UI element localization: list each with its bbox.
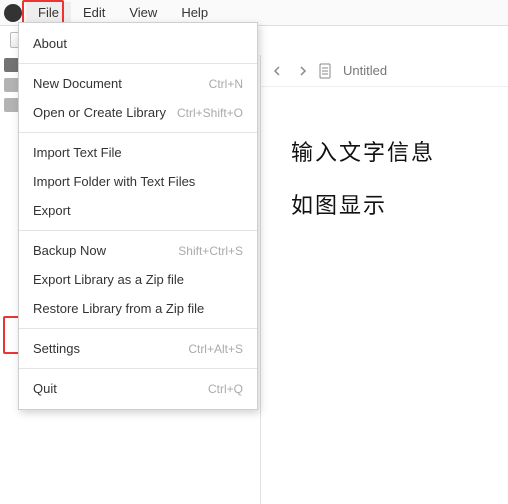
menu-item-about[interactable]: About xyxy=(19,29,257,58)
tab-bar: Untitled xyxy=(261,55,508,87)
menu-item-shortcut: Ctrl+Shift+O xyxy=(177,106,243,120)
menu-separator xyxy=(19,230,257,231)
menu-separator xyxy=(19,63,257,64)
menu-item-shortcut: Ctrl+Alt+S xyxy=(188,342,243,356)
menu-item-shortcut: Ctrl+N xyxy=(209,77,243,91)
menu-item-open-or-create-library[interactable]: Open or Create Library Ctrl+Shift+O xyxy=(19,98,257,127)
menu-item-shortcut: Ctrl+Q xyxy=(208,382,243,396)
menu-item-label: Import Folder with Text Files xyxy=(33,174,195,189)
menu-separator xyxy=(19,368,257,369)
menu-item-new-document[interactable]: New Document Ctrl+N xyxy=(19,69,257,98)
menu-item-label: New Document xyxy=(33,76,122,91)
nav-back-button[interactable] xyxy=(271,64,285,78)
nav-forward-button[interactable] xyxy=(295,64,309,78)
menu-item-import-text-file[interactable]: Import Text File xyxy=(19,138,257,167)
menu-item-shortcut: Shift+Ctrl+S xyxy=(178,244,243,258)
menu-item-label: Export Library as a Zip file xyxy=(33,272,184,287)
menu-separator xyxy=(19,132,257,133)
menu-item-label: Settings xyxy=(33,341,80,356)
chevron-left-icon xyxy=(273,66,283,76)
menu-item-label: Restore Library from a Zip file xyxy=(33,301,204,316)
menu-item-label: Open or Create Library xyxy=(33,105,166,120)
menu-item-label: About xyxy=(33,36,67,51)
menu-separator xyxy=(19,328,257,329)
chevron-right-icon xyxy=(297,66,307,76)
menu-edit[interactable]: Edit xyxy=(71,2,117,23)
app-logo xyxy=(4,4,22,22)
doc-line: 如图显示 xyxy=(291,180,478,233)
menu-item-label: Quit xyxy=(33,381,57,396)
menu-item-label: Import Text File xyxy=(33,145,122,160)
document-icon xyxy=(319,63,333,79)
document-content[interactable]: 输入文字信息 如图显示 xyxy=(261,87,508,273)
menu-item-label: Export xyxy=(33,203,71,218)
menu-item-quit[interactable]: Quit Ctrl+Q xyxy=(19,374,257,403)
menu-help[interactable]: Help xyxy=(169,2,220,23)
menu-file[interactable]: File xyxy=(26,2,71,23)
menu-item-settings[interactable]: Settings Ctrl+Alt+S xyxy=(19,334,257,363)
menu-view[interactable]: View xyxy=(117,2,169,23)
doc-line: 输入文字信息 xyxy=(291,127,478,180)
menu-item-export[interactable]: Export xyxy=(19,196,257,225)
menu-item-export-library-as-a-zip-file[interactable]: Export Library as a Zip file xyxy=(19,265,257,294)
tab-title[interactable]: Untitled xyxy=(343,63,387,78)
file-menu-dropdown: About New Document Ctrl+N Open or Create Li… xyxy=(18,22,258,410)
menu-item-label: Backup Now xyxy=(33,243,106,258)
menu-item-restore-library-from-a-zip-file[interactable]: Restore Library from a Zip file xyxy=(19,294,257,323)
editor-pane: Untitled 输入文字信息 如图显示 xyxy=(260,55,508,504)
menu-item-backup-now[interactable]: Backup Now Shift+Ctrl+S xyxy=(19,236,257,265)
menu-item-import-folder-with-text-files[interactable]: Import Folder with Text Files xyxy=(19,167,257,196)
